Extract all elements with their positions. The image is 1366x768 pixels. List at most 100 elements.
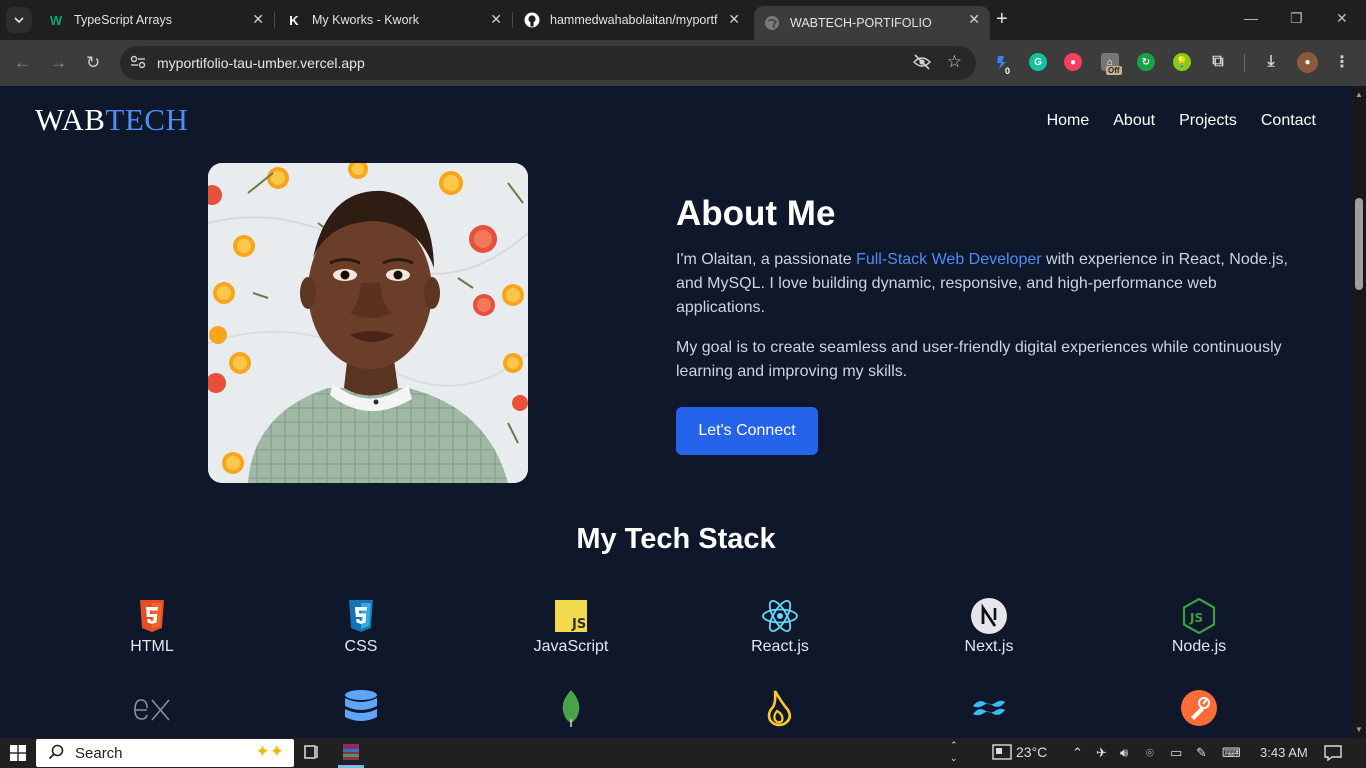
menu-kebab-icon[interactable]: ⋮ bbox=[1333, 53, 1351, 71]
stack-item-firebase bbox=[710, 690, 850, 727]
nextjs-icon bbox=[919, 598, 1059, 634]
about-paragraph-2: My goal is to create seamless and user-f… bbox=[676, 339, 1282, 380]
weather-temperature[interactable]: 23°C bbox=[1016, 744, 1047, 760]
svg-text:JS: JS bbox=[1189, 611, 1203, 625]
close-icon[interactable]: ✕ bbox=[252, 11, 264, 28]
svg-text:JS: JS bbox=[571, 617, 586, 632]
scrollbar-thumb[interactable] bbox=[1355, 198, 1363, 290]
tab-separator bbox=[274, 12, 275, 28]
download-icon[interactable]: ⤓ bbox=[1262, 53, 1280, 71]
site-logo[interactable]: WABTECH bbox=[35, 102, 188, 138]
w3schools-icon: W bbox=[49, 12, 63, 28]
css3-icon bbox=[291, 598, 431, 634]
stack-label: Next.js bbox=[964, 638, 1014, 655]
extension-green-icon[interactable]: ↻ bbox=[1137, 53, 1155, 71]
camera-icon[interactable]: ⌾ bbox=[1146, 745, 1154, 761]
stack-item-nextjs: Next.js bbox=[919, 598, 1059, 656]
new-tab-button[interactable]: + bbox=[996, 8, 1008, 30]
notifications-icon[interactable] bbox=[1324, 745, 1342, 764]
about-p1-highlight: Full-Stack Web Developer bbox=[856, 251, 1042, 268]
lets-connect-button[interactable]: Let's Connect bbox=[676, 407, 818, 455]
browser-tab-bar: W TypeScript Arrays ✕ K My Kworks - Kwor… bbox=[0, 0, 1366, 40]
profile-photo bbox=[208, 163, 528, 483]
extension-off-badge: Off bbox=[1106, 66, 1122, 75]
stack-item-mongodb bbox=[501, 690, 641, 727]
url-text[interactable]: myportifolio-tau-umber.vercel.app bbox=[157, 55, 365, 71]
taskbar-search-text: Search bbox=[75, 745, 123, 762]
about-title: About Me bbox=[676, 194, 836, 233]
restore-icon[interactable]: ❐ bbox=[1290, 10, 1303, 27]
tab-my-kworks[interactable]: K My Kworks - Kwork ✕ bbox=[276, 6, 513, 34]
grammarly-icon[interactable]: G bbox=[1029, 53, 1047, 71]
stack-label: HTML bbox=[130, 638, 174, 655]
tab-search-button[interactable] bbox=[6, 7, 32, 33]
nav-home[interactable]: Home bbox=[1047, 112, 1090, 130]
back-icon[interactable]: ← bbox=[14, 53, 31, 73]
about-p1-before: I'm Olaitan, a passionate bbox=[676, 251, 857, 268]
volume-icon[interactable]: 🔊︎ bbox=[1120, 745, 1128, 761]
tab-title: WABTECH-PORTIFOLIO bbox=[790, 16, 932, 30]
globe-icon bbox=[764, 15, 780, 31]
eye-slash-icon[interactable] bbox=[912, 53, 932, 75]
portfolio-page: WABTECH Home About Projects Contact Abou… bbox=[0, 86, 1352, 738]
mongodb-icon bbox=[501, 690, 641, 727]
sparkle-icon: ✦✦ bbox=[255, 742, 285, 761]
scroll-down-icon[interactable]: ▼ bbox=[1355, 725, 1363, 734]
pen-icon[interactable]: ✎ bbox=[1196, 745, 1207, 761]
tech-stack-title: My Tech Stack bbox=[576, 523, 776, 555]
scroll-up-icon[interactable]: ▲ bbox=[1355, 90, 1363, 99]
window-close-icon[interactable]: ✕ bbox=[1336, 10, 1348, 27]
tray-scroll-icon[interactable]: ⌃ ⌄ bbox=[950, 739, 958, 765]
airplane-mode-icon[interactable]: ✈ bbox=[1096, 745, 1107, 761]
stack-item-postman bbox=[1129, 690, 1269, 726]
close-icon[interactable]: ✕ bbox=[490, 11, 502, 28]
tailwind-icon bbox=[919, 690, 1059, 726]
nodejs-icon: JS bbox=[1129, 598, 1269, 634]
stack-item-tailwind bbox=[919, 690, 1059, 726]
battery-icon[interactable]: ▭ bbox=[1170, 745, 1182, 761]
stack-item-html: HTML bbox=[82, 598, 222, 656]
stack-label: CSS bbox=[344, 638, 378, 655]
tab-wabtech-portfolio[interactable]: WABTECH-PORTIFOLIO ✕ bbox=[754, 6, 990, 40]
toolbar-separator bbox=[1244, 54, 1245, 72]
forward-icon[interactable]: → bbox=[50, 53, 67, 73]
tab-github-repo[interactable]: hammedwahabolaitan/myportfolio ✕ bbox=[514, 6, 750, 34]
tab-title: TypeScript Arrays bbox=[74, 13, 172, 27]
taskbar-search[interactable]: Search ✦✦ bbox=[36, 739, 294, 767]
task-view-icon[interactable] bbox=[304, 744, 320, 765]
close-icon[interactable]: ✕ bbox=[728, 11, 740, 28]
nav-contact[interactable]: Contact bbox=[1261, 112, 1316, 130]
close-icon[interactable]: ✕ bbox=[968, 11, 980, 28]
extension-pink-icon[interactable]: ● bbox=[1064, 53, 1082, 71]
logo-accent-text: TECH bbox=[105, 102, 189, 137]
search-icon bbox=[48, 744, 64, 763]
extension-bulb-icon[interactable]: 💡 bbox=[1173, 53, 1191, 71]
taskbar-clock[interactable]: 3:43 AM bbox=[1260, 745, 1308, 760]
weather-widget-icon[interactable] bbox=[992, 744, 1012, 763]
react-icon bbox=[710, 598, 850, 634]
address-bar[interactable]: myportifolio-tau-umber.vercel.app ☆ bbox=[120, 46, 976, 80]
browser-toolbar: ← → ↻ myportifolio-tau-umber.vercel.app … bbox=[0, 40, 1366, 86]
nav-projects[interactable]: Projects bbox=[1179, 112, 1237, 130]
winrar-icon[interactable] bbox=[342, 743, 360, 766]
profile-avatar[interactable]: ● bbox=[1297, 52, 1318, 73]
keyboard-icon[interactable]: ⌨ bbox=[1222, 745, 1241, 761]
windows-start-icon[interactable] bbox=[10, 745, 26, 766]
express-icon bbox=[82, 690, 222, 726]
stack-item-javascript: JS JavaScript bbox=[501, 598, 641, 656]
bookmark-star-icon[interactable]: ☆ bbox=[947, 52, 962, 72]
chevron-up-icon[interactable]: ⌃ bbox=[1072, 745, 1083, 761]
nav-about[interactable]: About bbox=[1113, 112, 1155, 130]
github-icon bbox=[524, 12, 540, 28]
chevron-down-icon bbox=[14, 17, 24, 24]
windows-taskbar: Search ✦✦ ⌃ ⌄ 23°C ⌃ ✈ 🔊︎ ⌾ ▭ ✎ ⌨ 3:43 AM bbox=[0, 738, 1366, 768]
tab-typescript-arrays[interactable]: W TypeScript Arrays ✕ bbox=[38, 6, 275, 34]
extensions-puzzle-icon[interactable]: ⧉ bbox=[1209, 53, 1227, 71]
postman-icon bbox=[1129, 690, 1269, 726]
page-scrollbar[interactable]: ▲ ▼ bbox=[1352, 86, 1366, 738]
minimize-icon[interactable]: — bbox=[1244, 10, 1258, 26]
reload-icon[interactable]: ↻ bbox=[86, 53, 100, 73]
site-info-icon[interactable] bbox=[130, 55, 146, 72]
tab-title: hammedwahabolaitan/myportfolio bbox=[550, 13, 718, 27]
stack-label: React.js bbox=[751, 638, 809, 655]
